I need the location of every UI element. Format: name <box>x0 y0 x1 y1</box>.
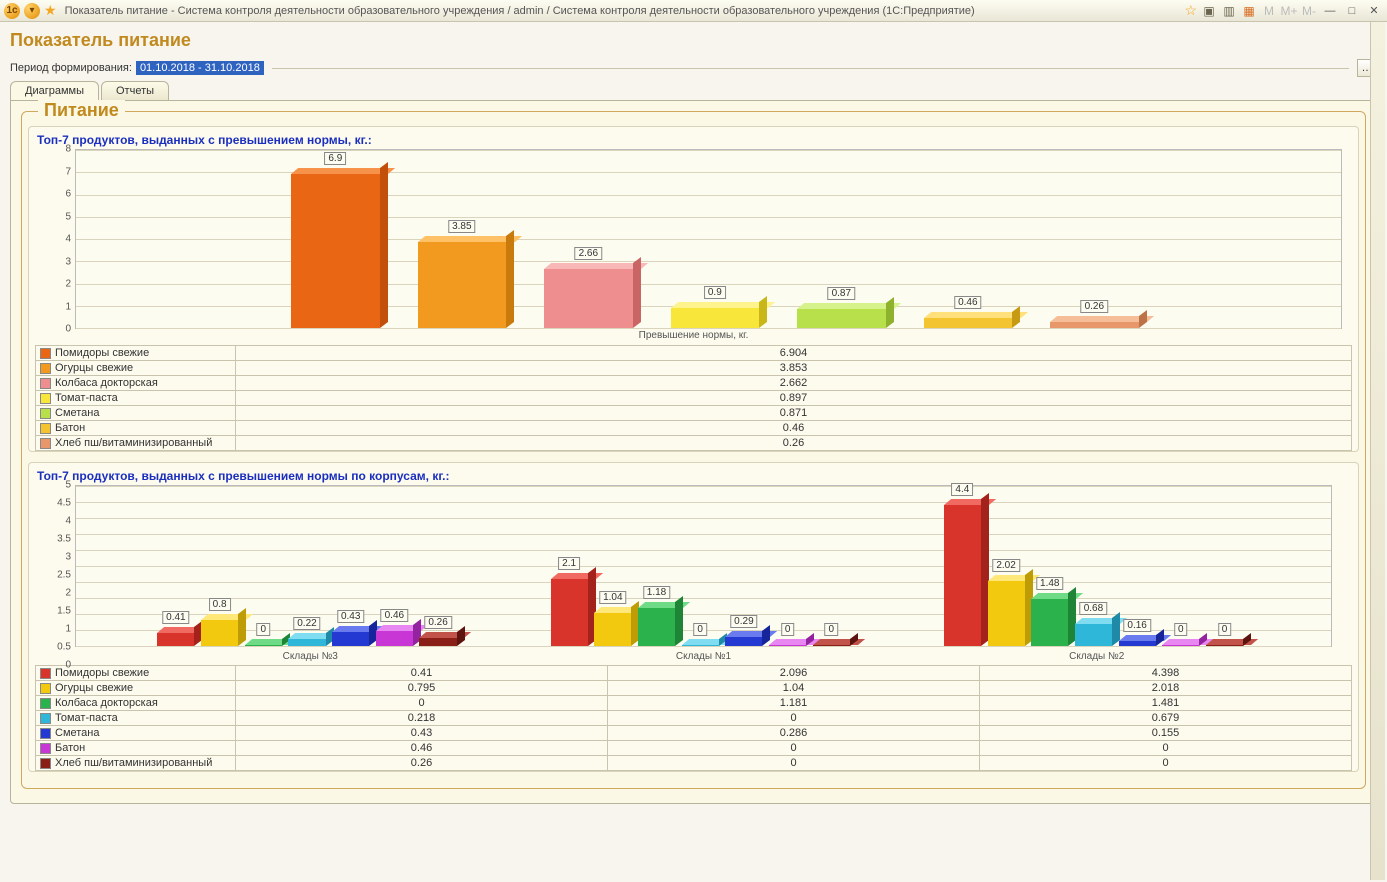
chart2-table: Помидоры свежие0.412.0964.398Огурцы свеж… <box>35 665 1352 771</box>
table-row: Помидоры свежие0.412.0964.398 <box>36 666 1352 681</box>
vertical-scrollbar[interactable] <box>1370 22 1385 880</box>
bar: 4.4 <box>944 505 981 646</box>
bar: 1.04 <box>594 613 631 646</box>
bar: 0.41 <box>157 633 194 646</box>
m-minus-icon[interactable]: M- <box>1301 3 1317 19</box>
tab-content: Питание Топ-7 продуктов, выданных с прев… <box>10 100 1377 804</box>
bar: 0.68 <box>1075 624 1112 646</box>
bar: 0.29 <box>725 637 762 646</box>
app-menu-dropdown-icon[interactable]: ▾ <box>24 3 40 19</box>
bar: 0.46 <box>924 318 1013 328</box>
tabs: Диаграммы Отчеты <box>10 81 1377 100</box>
bar: 0 <box>682 645 719 646</box>
chart1-plot-area: 6.9 3.85 2.66 0.9 0.87 0.46 0.26 <box>75 149 1342 329</box>
bar: 0.43 <box>332 632 369 646</box>
tab-reports[interactable]: Отчеты <box>101 81 169 100</box>
table-row: Сметана0.871 <box>36 406 1352 421</box>
bar: 1.48 <box>1031 599 1068 646</box>
chart1-xlabel: Превышение нормы, кг. <box>35 329 1352 345</box>
minimize-button[interactable]: — <box>1321 4 1339 18</box>
bar: 0.22 <box>288 639 325 646</box>
page-body: Показатель питание Период формирования: … <box>0 22 1387 814</box>
window-title: Показатель питание - Система контроля де… <box>61 5 1181 17</box>
chart2-title: Топ-7 продуктов, выданных с превышением … <box>37 469 1352 483</box>
group-label: Склады №1 <box>676 651 731 662</box>
page-title: Показатель питание <box>10 30 1377 51</box>
tool-calendar-icon[interactable]: ▦ <box>1241 3 1257 19</box>
bar: 0.8 <box>201 620 238 646</box>
bar: 0 <box>813 645 850 646</box>
period-label: Период формирования: <box>10 62 132 74</box>
table-row: Колбаса докторская2.662 <box>36 376 1352 391</box>
tool-add-icon[interactable]: ▣ <box>1201 3 1217 19</box>
favorites-icon[interactable]: ☆ <box>1184 2 1197 19</box>
chart1-table: Помидоры свежие6.904Огурцы свежие3.853Ко… <box>35 345 1352 451</box>
chart-top7-overall: Топ-7 продуктов, выданных с превышением … <box>28 126 1359 452</box>
table-row: Томат-паста0.21800.679 <box>36 711 1352 726</box>
bar: 0.26 <box>1050 322 1139 328</box>
table-row: Колбаса докторская01.1811.481 <box>36 696 1352 711</box>
bar: 0.26 <box>419 638 456 646</box>
bar: 2.1 <box>551 579 588 646</box>
group-label: Склады №2 <box>1069 651 1124 662</box>
table-row: Томат-паста0.897 <box>36 391 1352 406</box>
tab-diagrams[interactable]: Диаграммы <box>10 81 99 100</box>
close-button[interactable]: ✕ <box>1365 4 1383 18</box>
table-row: Хлеб пш/витаминизированный0.26 <box>36 436 1352 451</box>
maximize-button[interactable]: □ <box>1343 4 1361 18</box>
app-logo-icon[interactable]: 1c <box>4 3 20 19</box>
bar: 0.16 <box>1119 641 1156 646</box>
bar: 1.18 <box>638 608 675 646</box>
table-row: Хлеб пш/витаминизированный0.2600 <box>36 756 1352 771</box>
chart1-title: Топ-7 продуктов, выданных с превышением … <box>37 133 1352 147</box>
tool-calc-icon[interactable]: ▥ <box>1221 3 1237 19</box>
group-label: Склады №3 <box>283 651 338 662</box>
bar: 2.66 <box>544 269 633 328</box>
bar: 6.9 <box>291 174 380 328</box>
bar: 0 <box>245 645 282 646</box>
chart2-plot-area: 0.410.800.220.430.460.26Склады №32.11.04… <box>75 485 1332 647</box>
chart-top7-by-building: Топ-7 продуктов, выданных с превышением … <box>28 462 1359 772</box>
table-row: Батон0.4600 <box>36 741 1352 756</box>
titlebar: 1c ▾ ★ Показатель питание - Система конт… <box>0 0 1387 22</box>
m-icon[interactable]: M <box>1261 3 1277 19</box>
period-row: Период формирования: 01.10.2018 - 31.10.… <box>10 59 1377 77</box>
fieldset-title: Питание <box>38 100 125 121</box>
table-row: Помидоры свежие6.904 <box>36 346 1352 361</box>
bar: 0.9 <box>671 308 760 328</box>
table-row: Батон0.46 <box>36 421 1352 436</box>
favorite-star-icon[interactable]: ★ <box>44 2 57 19</box>
bar: 2.02 <box>988 581 1025 646</box>
table-row: Сметана0.430.2860.155 <box>36 726 1352 741</box>
table-row: Огурцы свежие3.853 <box>36 361 1352 376</box>
bar: 0.87 <box>797 309 886 328</box>
bar: 0 <box>1162 645 1199 646</box>
m-plus-icon[interactable]: M+ <box>1281 3 1297 19</box>
bar: 0 <box>769 645 806 646</box>
table-row: Огурцы свежие0.7951.042.018 <box>36 681 1352 696</box>
bar: 0 <box>1206 645 1243 646</box>
bar: 0.46 <box>376 631 413 646</box>
bar: 3.85 <box>418 242 507 328</box>
fieldset-nutrition: Питание Топ-7 продуктов, выданных с прев… <box>21 111 1366 789</box>
period-value[interactable]: 01.10.2018 - 31.10.2018 <box>136 61 264 75</box>
